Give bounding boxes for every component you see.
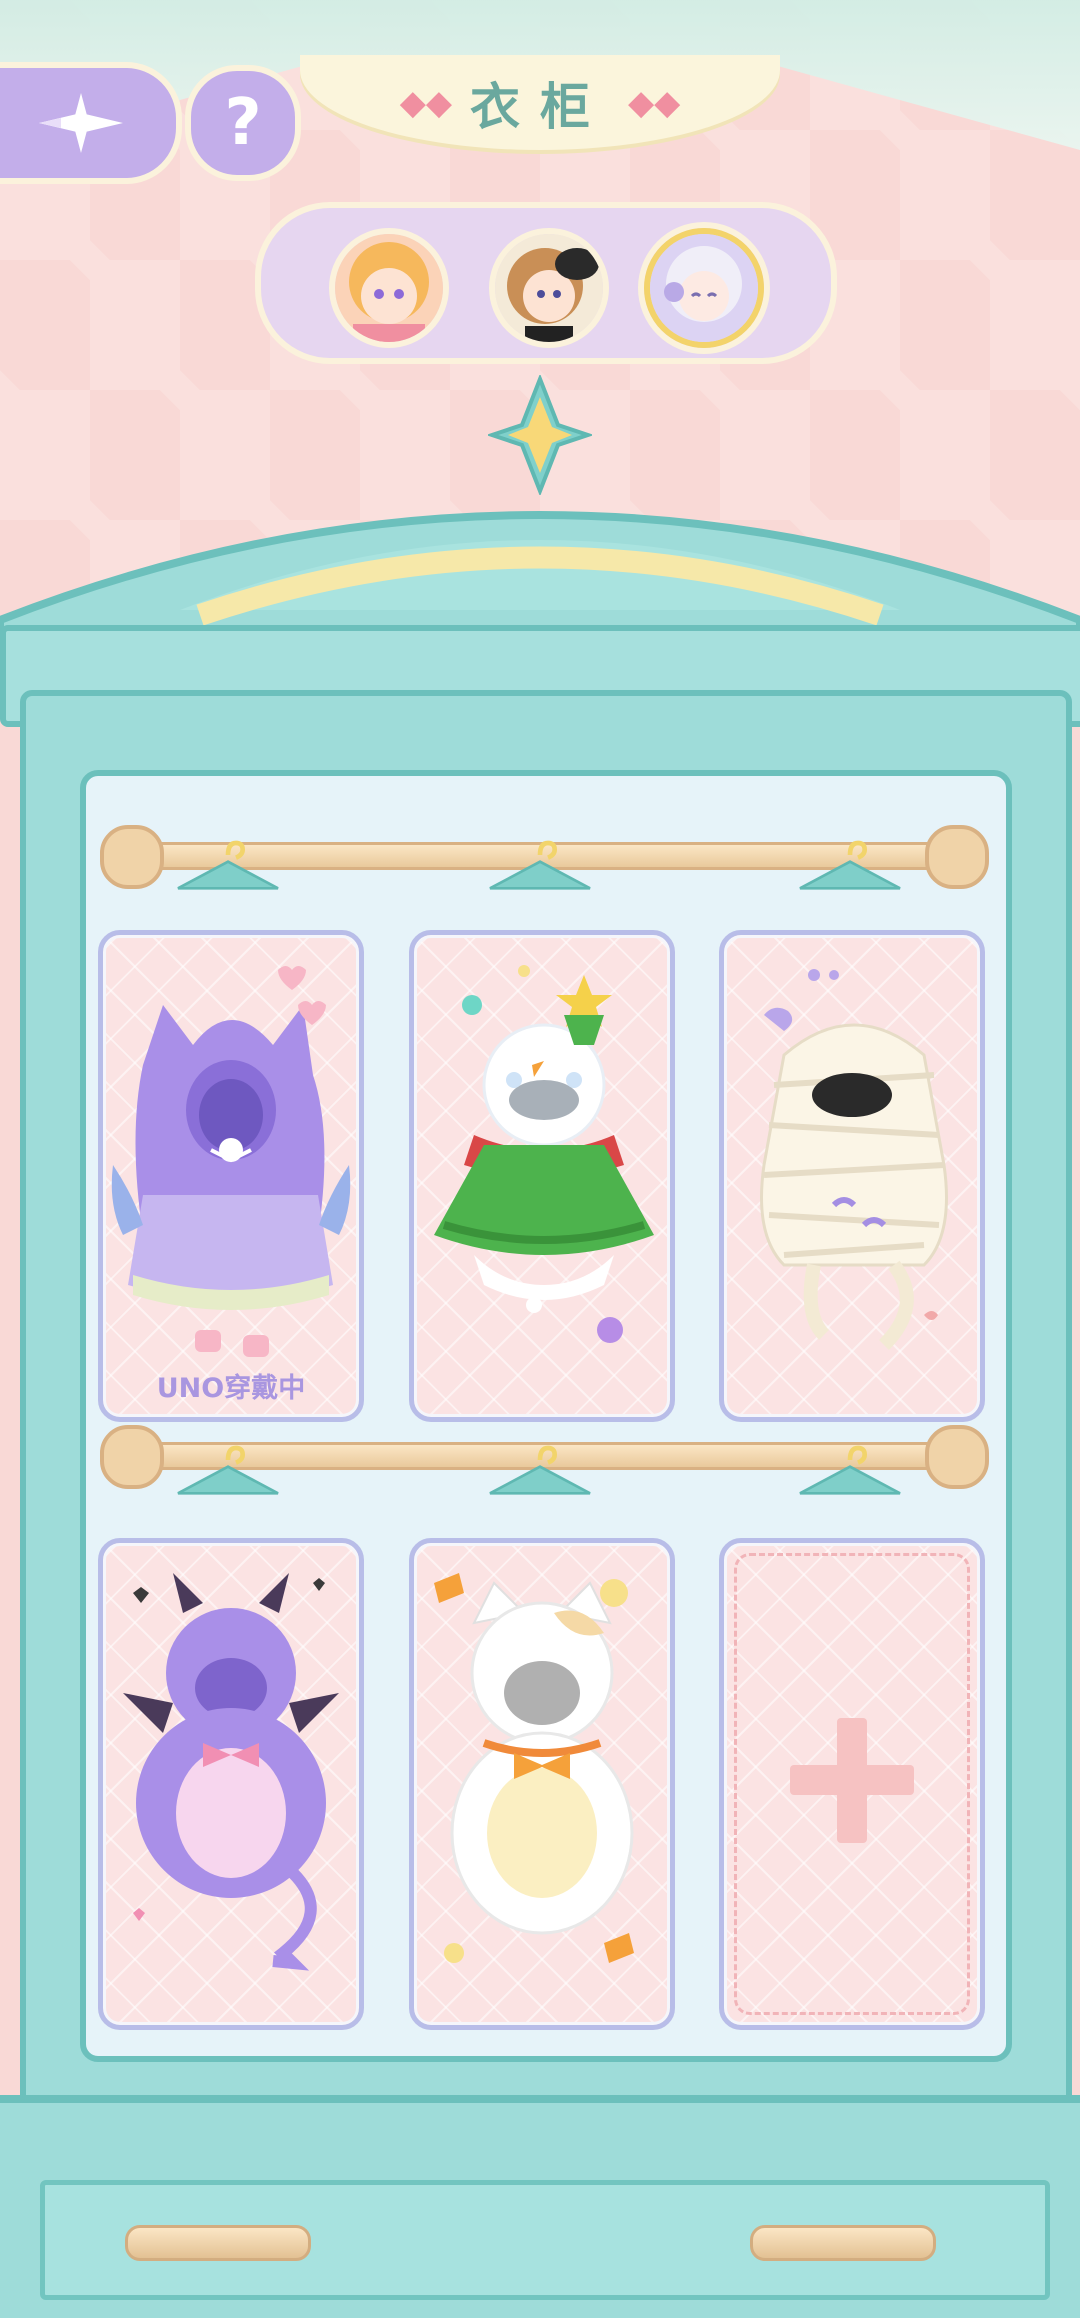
empty-slot-add-button[interactable] [719,1538,985,2030]
costume-card-snowman-christmas-tree[interactable] [409,930,675,1422]
character-selector [255,202,837,364]
wearing-status-label: UNO穿戴中 [156,1373,306,1404]
snowman-christmas-tree-icon [434,965,654,1343]
costume-card-purple-cat-hoodie[interactable]: UNO穿戴中 [98,930,364,1422]
avatar-character-brown-hair-hat[interactable] [489,228,609,348]
compass-star-back-icon [39,93,123,153]
hanger-icon [177,840,279,890]
drawer-handle [125,2225,311,2261]
help-icon: ? [224,86,262,160]
costume-card-purple-devil-onesie[interactable] [98,1538,364,2030]
avatar-character-white-hair-uno[interactable] [644,228,764,348]
hanger-icon [489,840,591,890]
mummy-bandage-icon [760,969,948,1350]
title-left-ornament-icon: ◆◆ [399,82,452,123]
white-cat-bow-icon [434,1573,634,1963]
plus-icon-bar [790,1765,914,1795]
hanger-icon [799,1445,901,1495]
hanger-icon [489,1445,591,1495]
title-right-ornament-icon: ◆◆ [628,82,681,123]
purple-devil-onesie-icon [123,1573,339,1971]
costume-card-white-cat-bow[interactable] [409,1538,675,2030]
hanger-icon [177,1445,279,1495]
hanger-icon [799,840,901,890]
purple-cat-hoodie-icon [111,966,351,1357]
costume-card-mummy-bandage[interactable] [719,930,985,1422]
page-title: 衣柜 [470,77,610,136]
star-ornament-icon [488,375,592,495]
avatar-character-blonde-girl[interactable] [329,228,449,348]
drawer-handle [750,2225,936,2261]
back-button[interactable] [0,62,182,184]
help-button[interactable]: ? [185,65,301,181]
